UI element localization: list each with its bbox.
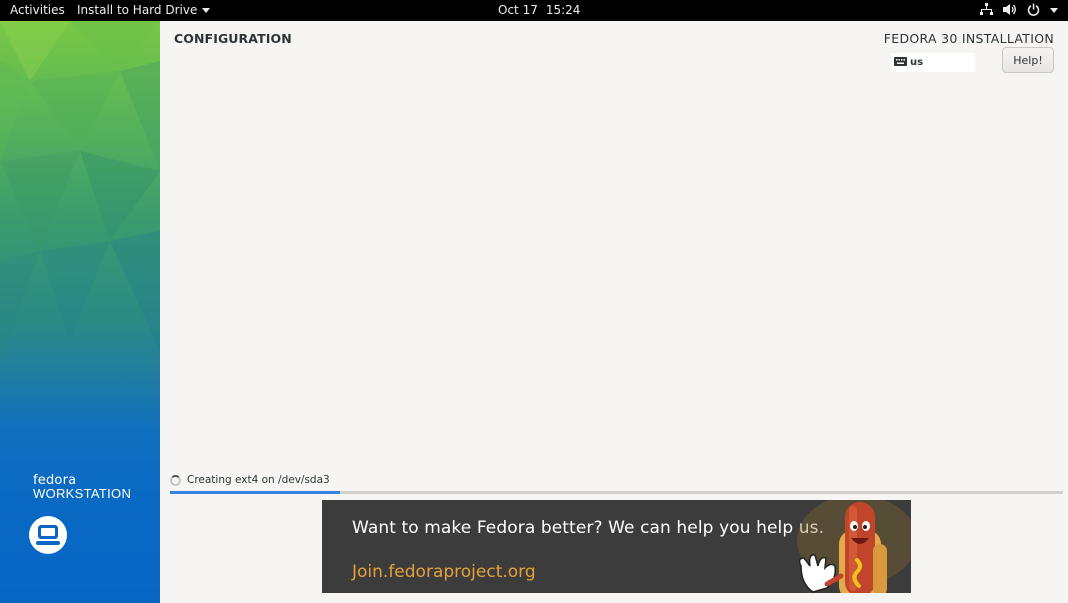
banner-headline: Want to make Fedora better? We can help …: [352, 518, 825, 538]
install-status: Creating ext4 on /dev/sda3: [170, 474, 330, 486]
volume-icon: [1003, 3, 1017, 16]
clock-date: Oct 17: [498, 3, 538, 17]
activities-button[interactable]: Activities: [10, 3, 65, 17]
sidebar-background-pattern: [0, 21, 160, 361]
chevron-down-icon: [202, 8, 211, 13]
status-text: Creating ext4 on /dev/sda3: [187, 474, 330, 486]
chevron-down-icon: [1050, 7, 1058, 13]
spinner-icon: [170, 474, 181, 486]
network-icon: [980, 3, 993, 16]
app-menu[interactable]: Install to Hard Drive: [77, 3, 211, 17]
hotdog-mascot: [797, 500, 911, 593]
system-tray[interactable]: [980, 3, 1058, 16]
clock-time: 15:24: [545, 3, 581, 17]
page-title: CONFIGURATION: [174, 31, 292, 46]
fedora-workstation-logo: fedora WORKSTATION: [33, 474, 131, 501]
keyboard-icon: [894, 56, 907, 69]
app-menu-label: Install to Hard Drive: [77, 3, 198, 17]
keyboard-layout-indicator[interactable]: us: [891, 53, 975, 72]
keyboard-layout-label: us: [910, 57, 924, 68]
sidebar: fedora WORKSTATION: [0, 21, 160, 603]
banner-link[interactable]: Join.fedoraproject.org: [352, 562, 536, 582]
help-button[interactable]: Help!: [1002, 47, 1054, 73]
brand-edition: WORKSTATION: [33, 486, 132, 501]
product-title: FEDORA 30 INSTALLATION: [883, 31, 1054, 46]
top-bar: Activities Install to Hard Drive Oct 17 …: [0, 0, 1068, 21]
power-icon: [1027, 3, 1040, 16]
promo-banner: Want to make Fedora better? We can help …: [322, 500, 911, 593]
progress-bar-fill: [170, 491, 340, 494]
laptop-icon: [29, 516, 67, 554]
clock[interactable]: Oct 17 15:24: [498, 3, 580, 17]
progress-bar: [170, 491, 1063, 494]
